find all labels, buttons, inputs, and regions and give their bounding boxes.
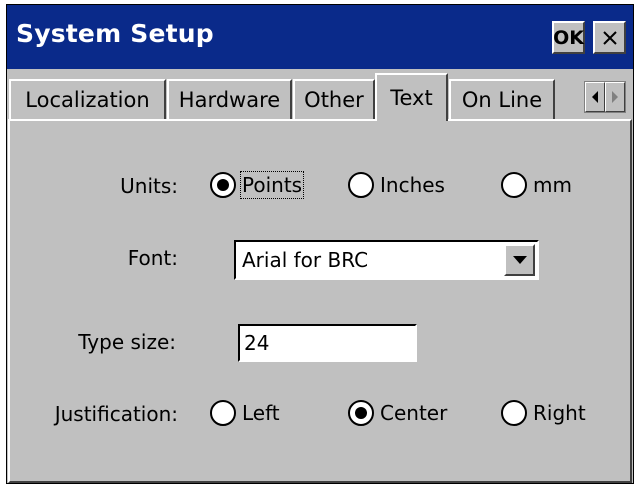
justification-label: Justification:: [54, 402, 178, 426]
tab-hardware[interactable]: Hardware: [167, 79, 292, 119]
font-dropdown-button[interactable]: [504, 244, 535, 276]
justification-center-radio[interactable]: Center: [348, 400, 447, 426]
tab-scroll-right-button[interactable]: [605, 82, 625, 112]
window-title: System Setup: [16, 19, 214, 48]
font-select-value: Arial for BRC: [242, 248, 369, 272]
justification-right-radio[interactable]: Right: [501, 400, 586, 426]
close-icon: [602, 30, 617, 45]
type-size-label: Type size:: [78, 330, 176, 354]
units-inches-radio[interactable]: Inches: [348, 172, 445, 198]
units-mm-radio[interactable]: mm: [501, 172, 572, 198]
justification-center-label: Center: [380, 401, 448, 425]
units-mm-label: mm: [533, 173, 572, 197]
justification-left-label: Left: [242, 401, 280, 425]
justification-left-radio[interactable]: Left: [210, 400, 280, 426]
ok-button[interactable]: OK: [552, 21, 585, 54]
units-label: Units:: [120, 174, 178, 198]
radio-unchecked-icon: [210, 400, 236, 426]
radio-checked-icon: [210, 172, 236, 198]
font-label: Font:: [127, 246, 178, 270]
tab-scroll-control: [584, 81, 626, 113]
font-select[interactable]: Arial for BRC: [234, 240, 539, 280]
tab-text[interactable]: Text: [375, 73, 448, 121]
units-points-radio[interactable]: Points: [210, 171, 305, 199]
radio-checked-icon: [348, 400, 374, 426]
close-button[interactable]: [593, 21, 626, 54]
radio-unchecked-icon: [348, 172, 374, 198]
tab-other[interactable]: Other: [293, 79, 375, 119]
title-bar: System Setup OK: [7, 5, 633, 69]
tab-localization[interactable]: Localization: [9, 79, 166, 119]
tab-scroll-right-icon: [612, 91, 618, 103]
tab-scroll-left-icon: [592, 91, 598, 103]
tab-scroll-left-button[interactable]: [585, 82, 605, 112]
type-size-input[interactable]: 24: [238, 324, 417, 362]
justification-right-label: Right: [533, 401, 586, 425]
units-points-label: Points: [239, 171, 305, 199]
tab-on-line[interactable]: On Line: [449, 79, 555, 119]
radio-unchecked-icon: [501, 172, 527, 198]
dropdown-arrow-icon: [512, 256, 527, 264]
units-inches-label: Inches: [380, 173, 445, 197]
radio-unchecked-icon: [501, 400, 527, 426]
